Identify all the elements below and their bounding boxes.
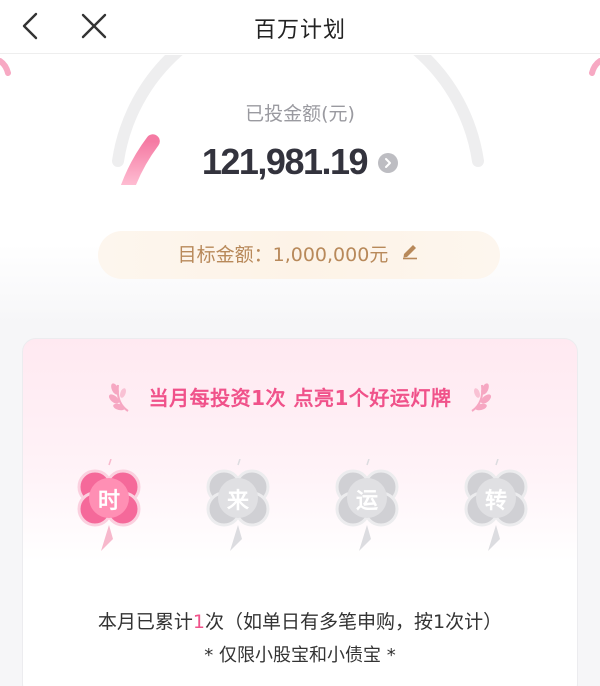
lamp-character: 时 <box>97 489 120 514</box>
lucky-lamp-1: 时 <box>71 459 147 569</box>
target-amount-text: 目标金额：1,000,000元 <box>177 244 389 266</box>
summary-section: 已投金额(元) 121,981.19 目标金额：1,000,000元 <box>0 55 600 325</box>
laurel-right-icon <box>471 383 492 412</box>
invested-amount: 121,981.19 <box>201 141 369 182</box>
corner-accent-right <box>589 58 600 76</box>
lamp-character: 来 <box>226 489 249 514</box>
lucky-lamp-3: 运 <box>329 459 405 569</box>
nav-bar: 百万计划 <box>0 0 600 54</box>
invested-label: 已投金额(元) <box>245 103 355 125</box>
corner-accent-left <box>0 58 11 76</box>
page-title: 百万计划 <box>253 18 346 43</box>
lamp-character: 转 <box>484 489 507 514</box>
target-amount-pill[interactable]: 目标金额：1,000,000元 <box>98 231 500 279</box>
card-title: 当月每投资1次 点亮1个好运灯牌 <box>148 385 452 410</box>
pencil-icon[interactable] <box>400 230 420 278</box>
lucky-card: 当月每投资1次 点亮1个好运灯牌 时 来 运 转 本月已累计1次（如单日有多笔申购，按… <box>22 338 578 686</box>
monthly-prefix: 本月已累计 <box>97 611 193 633</box>
card-header: 当月每投资1次 点亮1个好运灯牌 <box>23 379 577 413</box>
laurel-left-icon <box>108 383 129 412</box>
lucky-lamp-2: 来 <box>200 459 276 569</box>
lucky-lamp-4: 转 <box>458 459 534 569</box>
chevron-right-circle-icon[interactable] <box>378 153 399 173</box>
invested-row[interactable]: 121,981.19 <box>0 141 600 185</box>
monthly-count-text: 本月已累计1次（如单日有多笔申购，按1次计） <box>23 607 577 634</box>
monthly-suffix: 次（如单日有多笔申购，按1次计） <box>205 611 503 633</box>
restriction-note: * 仅限小股宝和小债宝 * <box>204 645 396 666</box>
lucky-lamps: 时来运转 <box>23 459 577 569</box>
lamp-character: 运 <box>355 489 378 514</box>
monthly-count: 1 <box>192 611 205 633</box>
